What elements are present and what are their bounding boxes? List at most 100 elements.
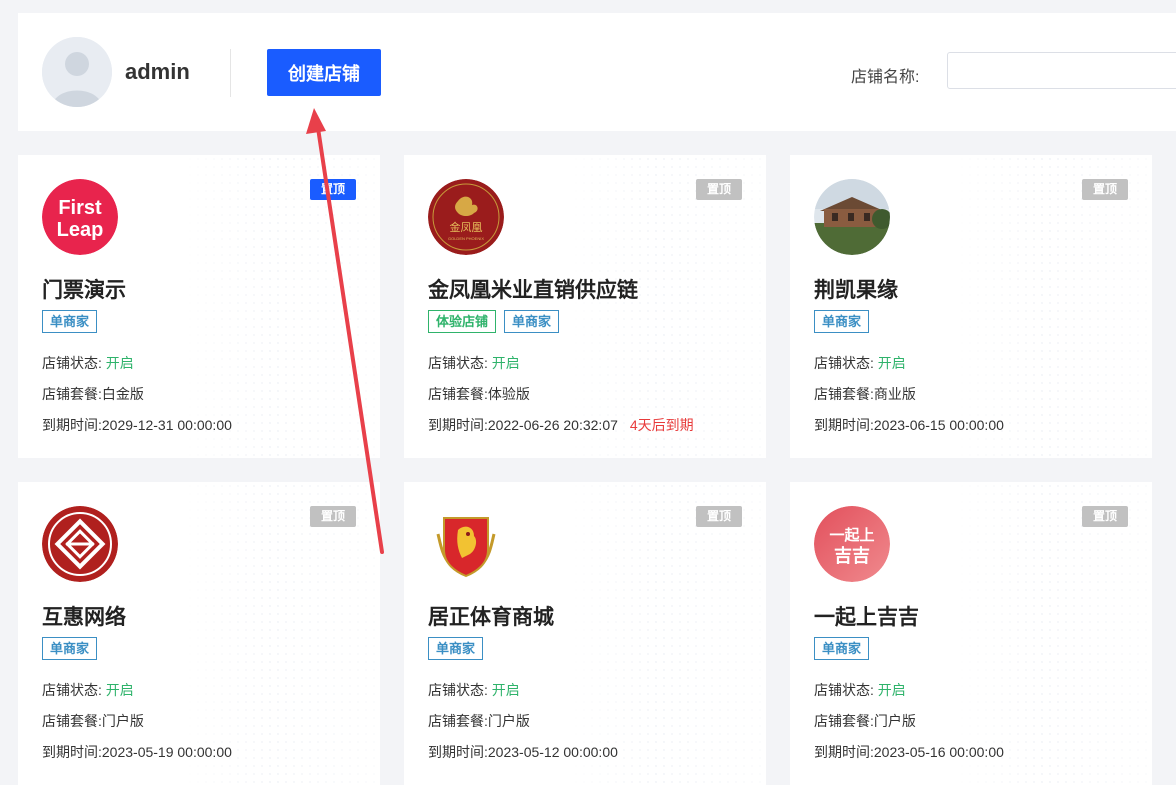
- expire-value: 2029-12-31 00:00:00: [101, 417, 232, 433]
- store-card[interactable]: 置顶 居正体育商城 单商家 店铺状态: 开启 店铺套餐:门户版 到期时间:202…: [404, 482, 766, 785]
- store-tags: 体验店铺 单商家: [428, 310, 560, 333]
- store-tags: 单商家: [814, 637, 870, 660]
- expire-label: 到期时间:: [814, 417, 874, 433]
- house-photo-logo: [814, 179, 890, 255]
- svg-text:一起上: 一起上: [829, 526, 874, 544]
- tag-single-merchant: 单商家: [814, 637, 870, 660]
- tag-single-merchant: 单商家: [504, 310, 560, 333]
- status-label: 店铺状态:: [814, 682, 874, 698]
- store-card[interactable]: 一起上 吉吉 置顶 一起上吉吉 单商家 店铺状态: 开启 店铺套餐:门户版 到期…: [790, 482, 1152, 785]
- tag-single-merchant: 单商家: [42, 310, 98, 333]
- status-label: 店铺状态:: [42, 355, 102, 371]
- tag-single-merchant: 单商家: [42, 637, 98, 660]
- package-label: 店铺套餐:: [428, 713, 488, 729]
- page-header: admin 创建店铺 店铺名称:: [18, 13, 1176, 131]
- expire-value: 2023-06-15 00:00:00: [873, 417, 1004, 433]
- status-value: 开启: [105, 355, 134, 371]
- store-status-row: 店铺状态: 开启: [814, 680, 906, 700]
- store-package-row: 店铺套餐:门户版: [42, 711, 144, 731]
- svg-text:Leap: Leap: [57, 219, 104, 241]
- status-label: 店铺状态:: [428, 682, 488, 698]
- golden-phoenix-logo: 金凤凰 GOLDEN PHOENIX: [428, 179, 504, 255]
- lion-shield-logo: [428, 506, 504, 582]
- pin-top-button[interactable]: 置顶: [1081, 179, 1128, 200]
- package-value: 体验版: [487, 386, 530, 402]
- package-value: 门户版: [101, 713, 144, 729]
- store-card[interactable]: 置顶 互惠网络 单商家 店铺状态: 开启 店铺套餐:门户版 到期时间:2023-…: [18, 482, 380, 785]
- status-value: 开启: [877, 355, 906, 371]
- package-label: 店铺套餐:: [42, 713, 102, 729]
- status-value: 开启: [491, 682, 520, 698]
- svg-text:金凤凰: 金凤凰: [450, 220, 483, 234]
- pin-top-button[interactable]: 置顶: [309, 506, 356, 527]
- store-expire-row: 到期时间:2022-06-26 20:32:07 4天后到期: [428, 415, 694, 435]
- expire-value: 2023-05-12 00:00:00: [487, 744, 618, 760]
- store-name[interactable]: 一起上吉吉: [814, 601, 919, 631]
- store-name[interactable]: 荆凯果缘: [814, 274, 898, 304]
- user-avatar-icon: [42, 37, 112, 107]
- store-status-row: 店铺状态: 开启: [428, 680, 520, 700]
- store-card[interactable]: 金凤凰 GOLDEN PHOENIX 置顶 金凤凰米业直销供应链 体验店铺 单商…: [404, 155, 766, 458]
- package-label: 店铺套餐:: [814, 713, 874, 729]
- expire-label: 到期时间:: [42, 744, 102, 760]
- package-label: 店铺套餐:: [428, 386, 488, 402]
- pin-top-button[interactable]: 置顶: [695, 506, 742, 527]
- store-card[interactable]: First Leap 置顶 门票演示 单商家 店铺状态: 开启 店铺套餐:白金版…: [18, 155, 380, 458]
- store-status-row: 店铺状态: 开启: [814, 353, 906, 373]
- pin-top-button[interactable]: 置顶: [1081, 506, 1128, 527]
- store-tags: 单商家: [814, 310, 870, 333]
- store-card[interactable]: 置顶 荆凯果缘 单商家 店铺状态: 开启 店铺套餐:商业版 到期时间:2023-…: [790, 155, 1152, 458]
- expire-value: 2023-05-16 00:00:00: [873, 744, 1004, 760]
- store-status-row: 店铺状态: 开启: [42, 353, 134, 373]
- store-status-row: 店铺状态: 开启: [42, 680, 134, 700]
- store-expire-row: 到期时间:2029-12-31 00:00:00: [42, 415, 232, 435]
- store-package-row: 店铺套餐:体验版: [428, 384, 530, 404]
- username: admin: [125, 59, 190, 84]
- svg-text:First: First: [58, 197, 102, 219]
- store-expire-row: 到期时间:2023-05-12 00:00:00: [428, 742, 618, 762]
- first-leap-logo: First Leap: [42, 179, 118, 255]
- store-tags: 单商家: [42, 637, 98, 660]
- store-name[interactable]: 门票演示: [42, 274, 126, 304]
- svg-text:吉吉: 吉吉: [834, 545, 870, 567]
- tag-single-merchant: 单商家: [814, 310, 870, 333]
- store-name-label: 店铺名称:: [851, 69, 920, 86]
- status-value: 开启: [877, 682, 906, 698]
- status-value: 开启: [105, 682, 134, 698]
- huhui-logo: [42, 506, 118, 582]
- store-package-row: 店铺套餐:白金版: [42, 384, 144, 404]
- package-value: 门户版: [487, 713, 530, 729]
- package-label: 店铺套餐:: [814, 386, 874, 402]
- expire-label: 到期时间:: [814, 744, 874, 760]
- store-expire-row: 到期时间:2023-05-16 00:00:00: [814, 742, 1004, 762]
- store-name[interactable]: 互惠网络: [42, 601, 126, 631]
- package-value: 商业版: [873, 386, 916, 402]
- store-expire-row: 到期时间:2023-05-19 00:00:00: [42, 742, 232, 762]
- store-tags: 单商家: [428, 637, 484, 660]
- store-name-search-input[interactable]: [947, 52, 1176, 89]
- pin-top-button[interactable]: 置顶: [309, 179, 356, 200]
- store-expire-row: 到期时间:2023-06-15 00:00:00: [814, 415, 1004, 435]
- tag-trial-store: 体验店铺: [428, 310, 497, 333]
- store-name[interactable]: 居正体育商城: [428, 601, 554, 631]
- expire-value: 2023-05-19 00:00:00: [101, 744, 232, 760]
- user-avatar[interactable]: [42, 37, 112, 107]
- expire-label: 到期时间:: [42, 417, 102, 433]
- status-label: 店铺状态:: [814, 355, 874, 371]
- pin-top-button[interactable]: 置顶: [695, 179, 742, 200]
- store-name[interactable]: 金凤凰米业直销供应链: [428, 274, 638, 304]
- package-value: 门户版: [873, 713, 916, 729]
- status-label: 店铺状态:: [428, 355, 488, 371]
- package-value: 白金版: [101, 386, 144, 402]
- store-status-row: 店铺状态: 开启: [428, 353, 520, 373]
- store-tags: 单商家: [42, 310, 98, 333]
- status-label: 店铺状态:: [42, 682, 102, 698]
- header-divider: [230, 49, 231, 97]
- create-store-button[interactable]: 创建店铺: [267, 49, 381, 96]
- yiqishang-logo: 一起上 吉吉: [814, 506, 890, 582]
- expire-label: 到期时间:: [428, 417, 488, 433]
- package-label: 店铺套餐:: [42, 386, 102, 402]
- svg-text:GOLDEN PHOENIX: GOLDEN PHOENIX: [448, 236, 484, 241]
- expire-label: 到期时间:: [428, 744, 488, 760]
- store-package-row: 店铺套餐:商业版: [814, 384, 916, 404]
